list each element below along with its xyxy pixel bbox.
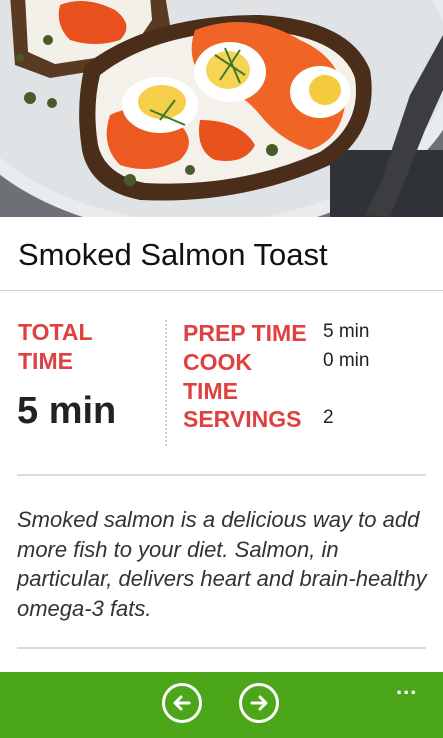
servings-label: SERVINGS (183, 406, 302, 432)
cook-time-label-line1: COOK (183, 349, 252, 375)
cook-time-label: COOK TIME (183, 348, 323, 406)
divider-top (17, 474, 426, 476)
prep-time-label: PREP TIME (183, 320, 307, 346)
arrow-left-circle-icon (173, 695, 191, 711)
next-button[interactable] (239, 683, 279, 723)
back-button[interactable] (162, 683, 202, 723)
cook-time-label-line2: TIME (183, 378, 238, 404)
total-time-label: TOTAL TIME (18, 318, 148, 376)
recipe-stats: TOTAL TIME 5 min PREP TIME 5 min COOK TI… (0, 292, 443, 475)
cook-time-value: 0 min (323, 350, 370, 371)
total-time-label-line1: TOTAL (18, 319, 93, 345)
recipe-description: Smoked salmon is a delicious way to add … (17, 507, 427, 621)
more-options-button[interactable]: ... (396, 674, 417, 700)
app-bar: ... (0, 672, 443, 738)
prep-time-value: 5 min (323, 321, 370, 342)
stats-divider (165, 320, 167, 446)
total-time-value: 5 min (17, 390, 117, 432)
recipe-title: Smoked Salmon Toast (18, 237, 328, 272)
arrow-right-circle-icon (250, 695, 268, 711)
title-bar: Smoked Salmon Toast (0, 217, 443, 291)
hero-food-image (0, 0, 443, 217)
salmon-toast-illustration (0, 0, 443, 217)
total-time-label-line2: TIME (18, 348, 73, 374)
divider-bottom (17, 647, 426, 649)
servings-value: 2 (323, 407, 334, 428)
